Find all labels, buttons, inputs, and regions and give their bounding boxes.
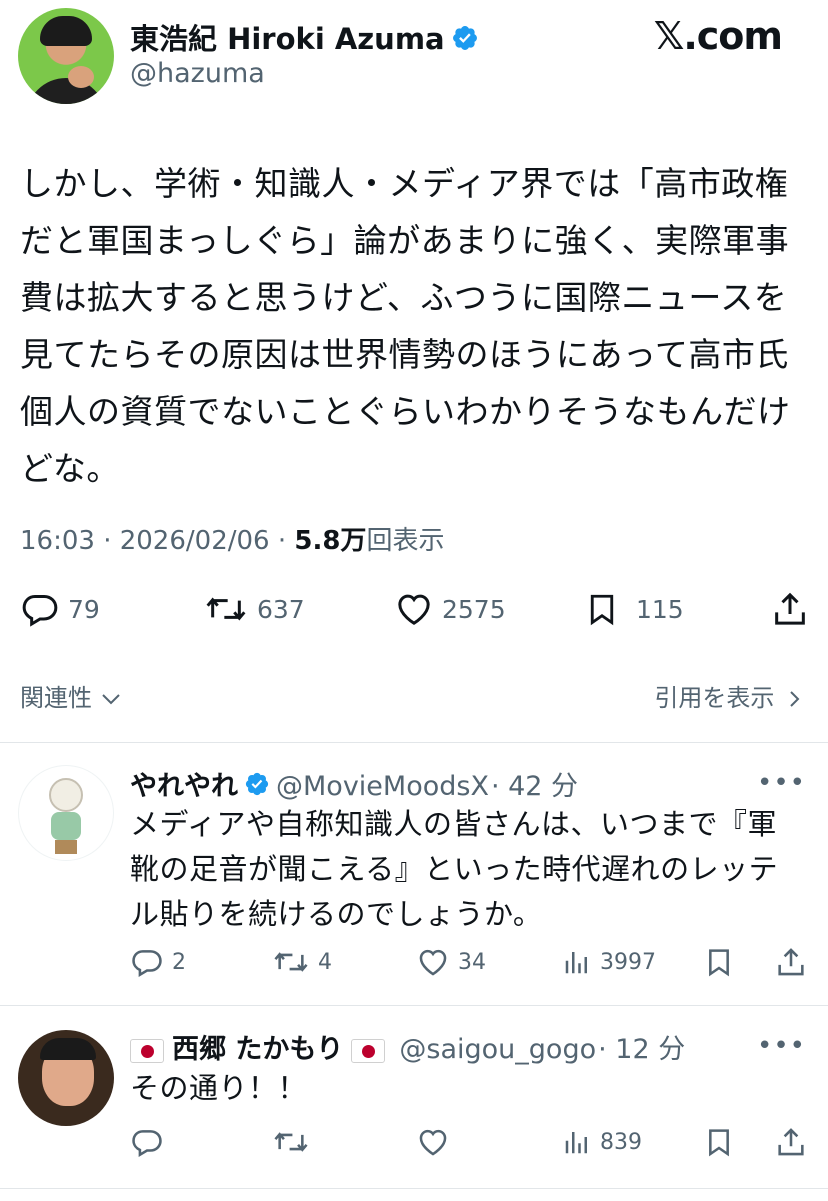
tweet-text-line: 見てたらその原因は世界情勢のほうにあって高市氏 [20, 335, 789, 374]
views-button[interactable]: 839 [562, 1127, 642, 1157]
sort-relevance-label: 関連性 [20, 684, 92, 712]
view-count: 5.8万 [294, 526, 367, 556]
views-count: 839 [600, 1129, 642, 1155]
tweet-text-line: 費は拡大すると思うけど、ふつうに国際ニュースを [20, 278, 788, 317]
japan-flag-icon [351, 1038, 386, 1063]
share-icon [774, 945, 808, 979]
share-button[interactable] [770, 589, 810, 629]
sort-relevance[interactable]: 関連性 [20, 678, 122, 713]
reply-count: 2 [172, 949, 186, 975]
repost-icon [272, 945, 310, 979]
share-icon [770, 589, 810, 629]
bookmark-button[interactable] [703, 1125, 735, 1159]
reply-text-line: ル貼りを続けるのでしょうか。 [130, 897, 543, 931]
repost-button[interactable]: 4 [272, 945, 332, 979]
reply-header: やれやれ @MovieMoodsX· 42 分 [130, 764, 578, 804]
tweet-actions: 79 637 2575 115 [0, 587, 828, 631]
reply-icon [130, 1125, 164, 1159]
more-options-icon[interactable]: ••• [757, 768, 806, 798]
chevron-down-icon [100, 684, 122, 712]
reply-author-name[interactable]: やれやれ [130, 771, 238, 802]
bookmark-button[interactable] [703, 945, 735, 979]
divider [0, 1188, 828, 1189]
share-icon [774, 1125, 808, 1159]
japan-flag-icon [130, 1038, 164, 1063]
author-avatar[interactable] [18, 8, 114, 104]
repost-button[interactable]: 637 [203, 589, 305, 629]
reply-text-line: その通り！！ [130, 1071, 308, 1105]
heart-icon [416, 1125, 450, 1159]
reply-avatar[interactable] [18, 765, 114, 861]
repost-count: 637 [257, 594, 305, 624]
tweet-text-line: どな。 [20, 449, 120, 488]
reply-author-name[interactable]: 西郷 たかもり [172, 1034, 343, 1065]
tweet-text: しかし、学術・知識人・メディア界では「高市政権 だと軍国まっしぐら」論があまりに… [20, 155, 810, 497]
like-button[interactable]: 2575 [394, 589, 506, 629]
verified-badge-icon [451, 24, 479, 59]
more-options-icon[interactable]: ••• [757, 1031, 806, 1061]
repost-icon [272, 1125, 310, 1159]
view-quotes-label: 引用を表示 [654, 684, 775, 712]
tweet-timestamp[interactable]: 16:03 · 2026/02/06 · [20, 526, 294, 556]
reply-time[interactable]: · 42 分 [491, 771, 578, 802]
verified-badge-icon [244, 771, 270, 804]
repost-count: 4 [318, 949, 332, 975]
reply-text: メディアや自称知識人の皆さんは、いつまで『軍 靴の足音が聞こえる』といった時代遅… [130, 802, 795, 937]
bookmark-icon [703, 1125, 735, 1159]
reply-icon [20, 589, 60, 629]
heart-icon [416, 945, 450, 979]
tweet-text-line: 個人の資質でないことぐらいわかりそうなもんだけ [20, 392, 791, 431]
reply-actions: 839 [0, 1124, 828, 1160]
reply-time[interactable]: · 12 分 [598, 1034, 685, 1065]
reply-button[interactable]: 2 [130, 945, 186, 979]
reply-header: 西郷 たかもり @saigou_gogo· 12 分 [130, 1027, 685, 1066]
tweet-text-line: しかし、学術・知識人・メディア界では「高市政権 [20, 164, 789, 203]
view-count-label: 回表示 [366, 526, 445, 556]
like-button[interactable]: 34 [416, 945, 486, 979]
repost-button[interactable] [272, 1125, 310, 1159]
divider [0, 742, 828, 743]
reply-text-line: 靴の足音が聞こえる』といった時代遅れのレッテ [130, 852, 779, 886]
analytics-icon [562, 1127, 592, 1157]
repost-icon [203, 589, 249, 629]
heart-icon [394, 589, 434, 629]
reply-text-line: メディアや自称知識人の皆さんは、いつまで『軍 [130, 807, 777, 841]
chevron-right-icon [782, 684, 802, 712]
reply-button[interactable]: 79 [20, 589, 100, 629]
bookmark-icon [703, 945, 735, 979]
like-button[interactable] [416, 1125, 450, 1159]
like-count: 34 [458, 949, 486, 975]
author-handle[interactable]: @hazuma [130, 58, 265, 89]
bookmark-button[interactable]: 115 [584, 589, 684, 629]
author-name-text: 東浩紀 Hiroki Azuma [130, 22, 445, 56]
view-quotes-link[interactable]: 引用を表示 [654, 678, 802, 713]
analytics-icon [562, 947, 592, 977]
reply-text: その通り！！ [130, 1066, 795, 1111]
views-count: 3997 [600, 949, 656, 975]
reply-author-handle[interactable]: @MovieMoodsX [276, 771, 489, 802]
views-button[interactable]: 3997 [562, 947, 656, 977]
reply-icon [130, 945, 164, 979]
reply-avatar[interactable] [18, 1030, 114, 1126]
tweet-meta: 16:03 · 2026/02/06 · 5.8万回表示 [20, 520, 444, 557]
x-com-logo: 𝕏.com [653, 14, 783, 58]
like-count: 2575 [442, 594, 506, 624]
bookmark-count: 115 [636, 594, 684, 624]
reply-actions: 2 4 34 3997 [0, 944, 828, 980]
reply-count: 79 [68, 594, 100, 624]
reply-button[interactable] [130, 1125, 164, 1159]
share-button[interactable] [774, 945, 808, 979]
reply-author-handle[interactable]: @saigou_gogo [399, 1034, 596, 1065]
tweet-text-line: だと軍国まっしぐら」論があまりに強く、実際軍事 [20, 221, 790, 260]
divider [0, 1005, 828, 1006]
bookmark-icon [584, 589, 620, 629]
share-button[interactable] [774, 1125, 808, 1159]
author-name[interactable]: 東浩紀 Hiroki Azuma [130, 16, 479, 59]
